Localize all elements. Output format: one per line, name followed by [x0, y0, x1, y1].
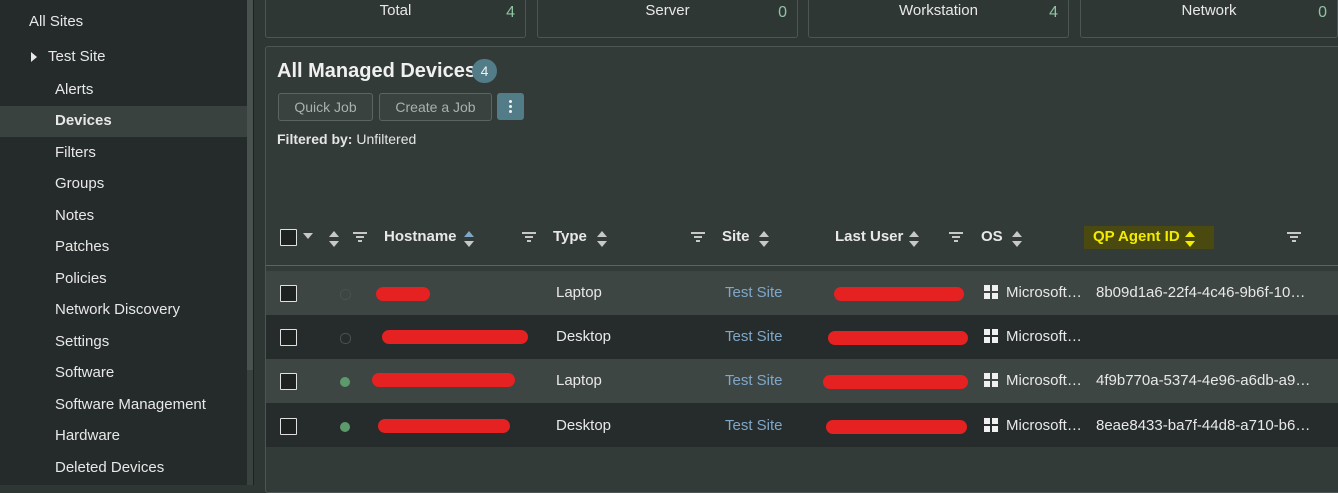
summary-card-total[interactable]: Total 4 [265, 0, 526, 38]
column-header-os[interactable]: OS [981, 228, 1003, 245]
summary-card-network[interactable]: Network 0 [1080, 0, 1338, 38]
expand-caret-icon[interactable] [31, 52, 37, 62]
os-cell: Microsoft… [1006, 372, 1082, 389]
sidebar-item-deleted-devices[interactable]: Deleted Devices [55, 459, 164, 476]
type-sort-icon[interactable] [597, 231, 607, 247]
sidebar-item-policies[interactable]: Policies [55, 270, 107, 287]
type-cell: Desktop [556, 328, 612, 345]
site-link[interactable]: Test Site [725, 284, 783, 301]
windows-icon [984, 285, 998, 299]
summary-card-label: Workstation [899, 2, 978, 19]
type-cell: Desktop [556, 417, 612, 434]
select-menu-chevron-down-icon[interactable] [303, 233, 313, 239]
hostname-filter-icon[interactable] [522, 232, 536, 243]
page-title: All Managed Devices [277, 60, 476, 82]
quick-job-button[interactable]: Quick Job [278, 93, 373, 121]
row-checkbox[interactable] [280, 285, 297, 302]
summary-card-workstation[interactable]: Workstation 4 [808, 0, 1069, 38]
sidebar-divider [253, 0, 254, 485]
table-row[interactable]: Desktop Test Site Microsoft… [266, 315, 1338, 359]
sidebar-item-filters[interactable]: Filters [55, 144, 96, 161]
sidebar-item-alerts[interactable]: Alerts [55, 81, 93, 98]
summary-card-server[interactable]: Server 0 [537, 0, 798, 38]
summary-card-label: Server [645, 2, 690, 19]
sidebar-item-software-management[interactable]: Software Management [55, 396, 206, 413]
filter-status: Filtered by: Unfiltered [277, 131, 416, 147]
filter-label: Filtered by: [277, 131, 353, 147]
offline-status-icon [340, 289, 351, 300]
last-user-redacted [834, 287, 964, 301]
sidebar-item-settings[interactable]: Settings [55, 333, 109, 350]
status-sort-icon[interactable] [329, 231, 339, 247]
table-row[interactable]: Laptop Test Site Microsoft… 4f9b770a-537… [266, 359, 1338, 403]
windows-icon [984, 373, 998, 387]
summary-card-count: 0 [1318, 4, 1327, 21]
windows-icon [984, 329, 998, 343]
site-link[interactable]: Test Site [725, 372, 783, 389]
qp-agent-id-sort-icon[interactable] [1185, 231, 1195, 247]
table-row[interactable]: Laptop Test Site Microsoft… 8b09d1a6-22f… [266, 271, 1338, 315]
row-checkbox[interactable] [280, 373, 297, 390]
sidebar-item-all-sites[interactable]: All Sites [29, 13, 83, 30]
more-options-icon[interactable] [497, 93, 524, 120]
sidebar-item-notes[interactable]: Notes [55, 207, 94, 224]
create-job-button[interactable]: Create a Job [379, 93, 492, 121]
agent-id-cell: 8b09d1a6-22f4-4c46-9b6f-10… [1096, 284, 1306, 301]
site-link[interactable]: Test Site [725, 417, 783, 434]
offline-status-icon [340, 333, 351, 344]
sidebar-active-highlight [0, 106, 247, 137]
sidebar-item-devices[interactable]: Devices [55, 112, 112, 129]
qp-agent-id-filter-icon[interactable] [1287, 232, 1301, 243]
type-filter-icon[interactable] [691, 232, 705, 243]
column-header-hostname[interactable]: Hostname [384, 228, 457, 245]
type-cell: Laptop [556, 284, 602, 301]
agent-id-cell: 4f9b770a-5374-4e96-a6db-a9… [1096, 372, 1311, 389]
windows-icon [984, 418, 998, 432]
site-link[interactable]: Test Site [725, 328, 783, 345]
summary-card-count: 4 [506, 4, 515, 21]
last-user-filter-icon[interactable] [949, 232, 963, 243]
os-cell: Microsoft… [1006, 417, 1082, 434]
sidebar-item-hardware[interactable]: Hardware [55, 427, 120, 444]
os-sort-icon[interactable] [1012, 231, 1022, 247]
sidebar-item-patches[interactable]: Patches [55, 238, 109, 255]
row-checkbox[interactable] [280, 418, 297, 435]
hostname-redacted [378, 419, 510, 433]
online-status-icon [340, 377, 350, 387]
last-user-redacted [823, 375, 968, 389]
filter-value: Unfiltered [356, 131, 417, 147]
status-filter-icon[interactable] [353, 232, 367, 243]
table-row[interactable]: Desktop Test Site Microsoft… 8eae8433-ba… [266, 403, 1338, 447]
agent-id-cell: 8eae8433-ba7f-44d8-a710-b6… [1096, 417, 1311, 434]
os-cell: Microsoft… [1006, 284, 1082, 301]
column-header-qp-agent-id[interactable]: QP Agent ID [1093, 228, 1180, 245]
select-all-checkbox[interactable] [280, 229, 297, 246]
summary-card-count: 4 [1049, 4, 1058, 21]
hostname-redacted [382, 330, 528, 344]
summary-card-label: Total [379, 2, 412, 19]
type-cell: Laptop [556, 372, 602, 389]
column-header-type[interactable]: Type [553, 228, 587, 245]
site-sort-icon[interactable] [759, 231, 769, 247]
hostname-sort-icon[interactable] [464, 231, 474, 247]
hostname-redacted [372, 373, 515, 387]
sidebar-item-network-discovery[interactable]: Network Discovery [55, 301, 180, 318]
row-checkbox[interactable] [280, 329, 297, 346]
summary-card-count: 0 [778, 4, 787, 21]
sidebar-item-groups[interactable]: Groups [55, 175, 104, 192]
sidebar-item-software[interactable]: Software [55, 364, 114, 381]
column-header-last-user[interactable]: Last User [835, 228, 903, 245]
table-header-divider [266, 265, 1338, 266]
os-cell: Microsoft… [1006, 328, 1082, 345]
online-status-icon [340, 422, 350, 432]
sidebar-item-test-site[interactable]: Test Site [48, 48, 106, 65]
column-header-site[interactable]: Site [722, 228, 750, 245]
last-user-sort-icon[interactable] [909, 231, 919, 247]
hostname-redacted [376, 287, 430, 301]
summary-card-label: Network [1181, 2, 1237, 19]
last-user-redacted [826, 420, 967, 434]
device-count-badge: 4 [472, 59, 497, 83]
last-user-redacted [828, 331, 968, 345]
